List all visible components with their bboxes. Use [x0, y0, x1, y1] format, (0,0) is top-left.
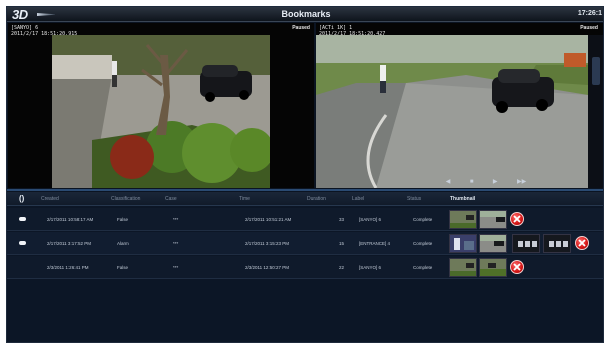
table-header: () Created Classification Case Time Dura… [7, 192, 603, 206]
cell-case: *** [173, 265, 179, 270]
column-case[interactable]: Case [165, 196, 177, 202]
cell-case: *** [173, 217, 179, 222]
column-label[interactable]: Label [352, 196, 364, 202]
column-time[interactable]: Time [239, 196, 250, 202]
cell-status: Complete [413, 217, 433, 222]
cell-status: Complete [413, 265, 433, 270]
rewind-icon[interactable]: ◀ [446, 179, 451, 186]
cell-time: 2/17/2011 3:15:23 PM [245, 241, 289, 246]
thumbnail-image[interactable] [449, 210, 477, 229]
column-status[interactable]: Status [407, 196, 421, 202]
delete-bookmark-button[interactable] [510, 260, 524, 274]
title-bar: 3D Bookmarks 17:26:1 [7, 7, 603, 22]
thumbnail-image[interactable] [479, 234, 507, 253]
thumbnail-image[interactable] [543, 234, 571, 253]
playback-status: Paused [580, 25, 598, 31]
table-row[interactable]: 2/3/2011 1:26:41 PM False *** 2/3/2011 1… [7, 256, 603, 279]
cell-status: Complete [413, 241, 433, 246]
cell-classification: False [117, 217, 129, 222]
table-row[interactable]: 2/17/2011 10:58:17 AM False *** 2/17/201… [7, 208, 603, 231]
refresh-icon[interactable]: () [19, 194, 24, 203]
thumbnail-image[interactable] [479, 258, 507, 277]
window-title: Bookmarks [281, 9, 331, 19]
cell-duration: 33 [339, 217, 345, 222]
column-duration[interactable]: Duration [307, 196, 326, 202]
delete-bookmark-button[interactable] [510, 212, 524, 226]
cell-classification: Alarm [117, 241, 129, 246]
delete-icon [578, 239, 586, 247]
cell-created: 2/17/2011 10:58:17 AM [47, 217, 94, 222]
cell-duration: 22 [339, 265, 345, 270]
delete-icon [513, 215, 521, 223]
playback-controls: ◀ ■ ▶ ▶▶ [436, 179, 536, 186]
cell-time: 2/17/2011 10:51:21 AM [245, 217, 292, 222]
cell-created: 2/17/2011 3:17:52 PM [47, 241, 91, 246]
cell-duration: 15 [339, 241, 345, 246]
delete-icon [513, 263, 521, 271]
thumbnail-image[interactable] [512, 234, 540, 253]
column-thumbnail[interactable]: Thumbnail [450, 196, 475, 202]
table-row[interactable]: 2/17/2011 3:17:52 PM Alarm *** 2/17/2011… [7, 232, 603, 255]
scrollbar-thumb[interactable] [592, 57, 600, 85]
bookmark-marker-icon [19, 241, 26, 245]
cell-created: 2/3/2011 1:26:41 PM [47, 265, 89, 270]
cell-label: [SANYO] 6 [359, 265, 382, 270]
playback-status: Paused [292, 25, 310, 31]
video-panel-right[interactable]: [ACTi 1K] 1 2011/2/17 18:51:20.427 Pause… [316, 23, 603, 188]
bookmark-marker-icon [19, 217, 26, 221]
stop-icon[interactable]: ■ [470, 179, 474, 186]
thumbnail-image[interactable] [449, 258, 477, 277]
bookmarks-window: 3D Bookmarks 17:26:1 [SANYO] 6 2011/2/17… [6, 6, 604, 343]
play-icon[interactable]: ▶ [493, 179, 498, 186]
video-frame-parking-lot [52, 35, 270, 188]
fast-forward-icon[interactable]: ▶▶ [517, 179, 526, 186]
column-classification[interactable]: Classification [111, 196, 140, 202]
cell-case: *** [173, 241, 179, 246]
thumbnail-image[interactable] [479, 210, 507, 229]
thumbnail-image[interactable] [449, 234, 477, 253]
cell-classification: False [117, 265, 129, 270]
column-created[interactable]: Created [41, 196, 59, 202]
cell-label: [SANYO] 6 [359, 217, 382, 222]
delete-bookmark-button[interactable] [575, 236, 589, 250]
vertical-scrollbar[interactable] [588, 35, 603, 188]
cell-time: 2/3/2011 12:50:27 PM [245, 265, 289, 270]
clock: 17:26:1 [577, 10, 602, 17]
video-panel-left[interactable]: [SANYO] 6 2011/2/17 18:51:20.915 Paused [8, 23, 314, 188]
bookmarks-table: () Created Classification Case Time Dura… [7, 192, 603, 342]
panel-divider [7, 189, 603, 191]
video-frame-driveway [316, 35, 588, 188]
cell-label: [ENTRANCE] 4 [359, 241, 391, 246]
